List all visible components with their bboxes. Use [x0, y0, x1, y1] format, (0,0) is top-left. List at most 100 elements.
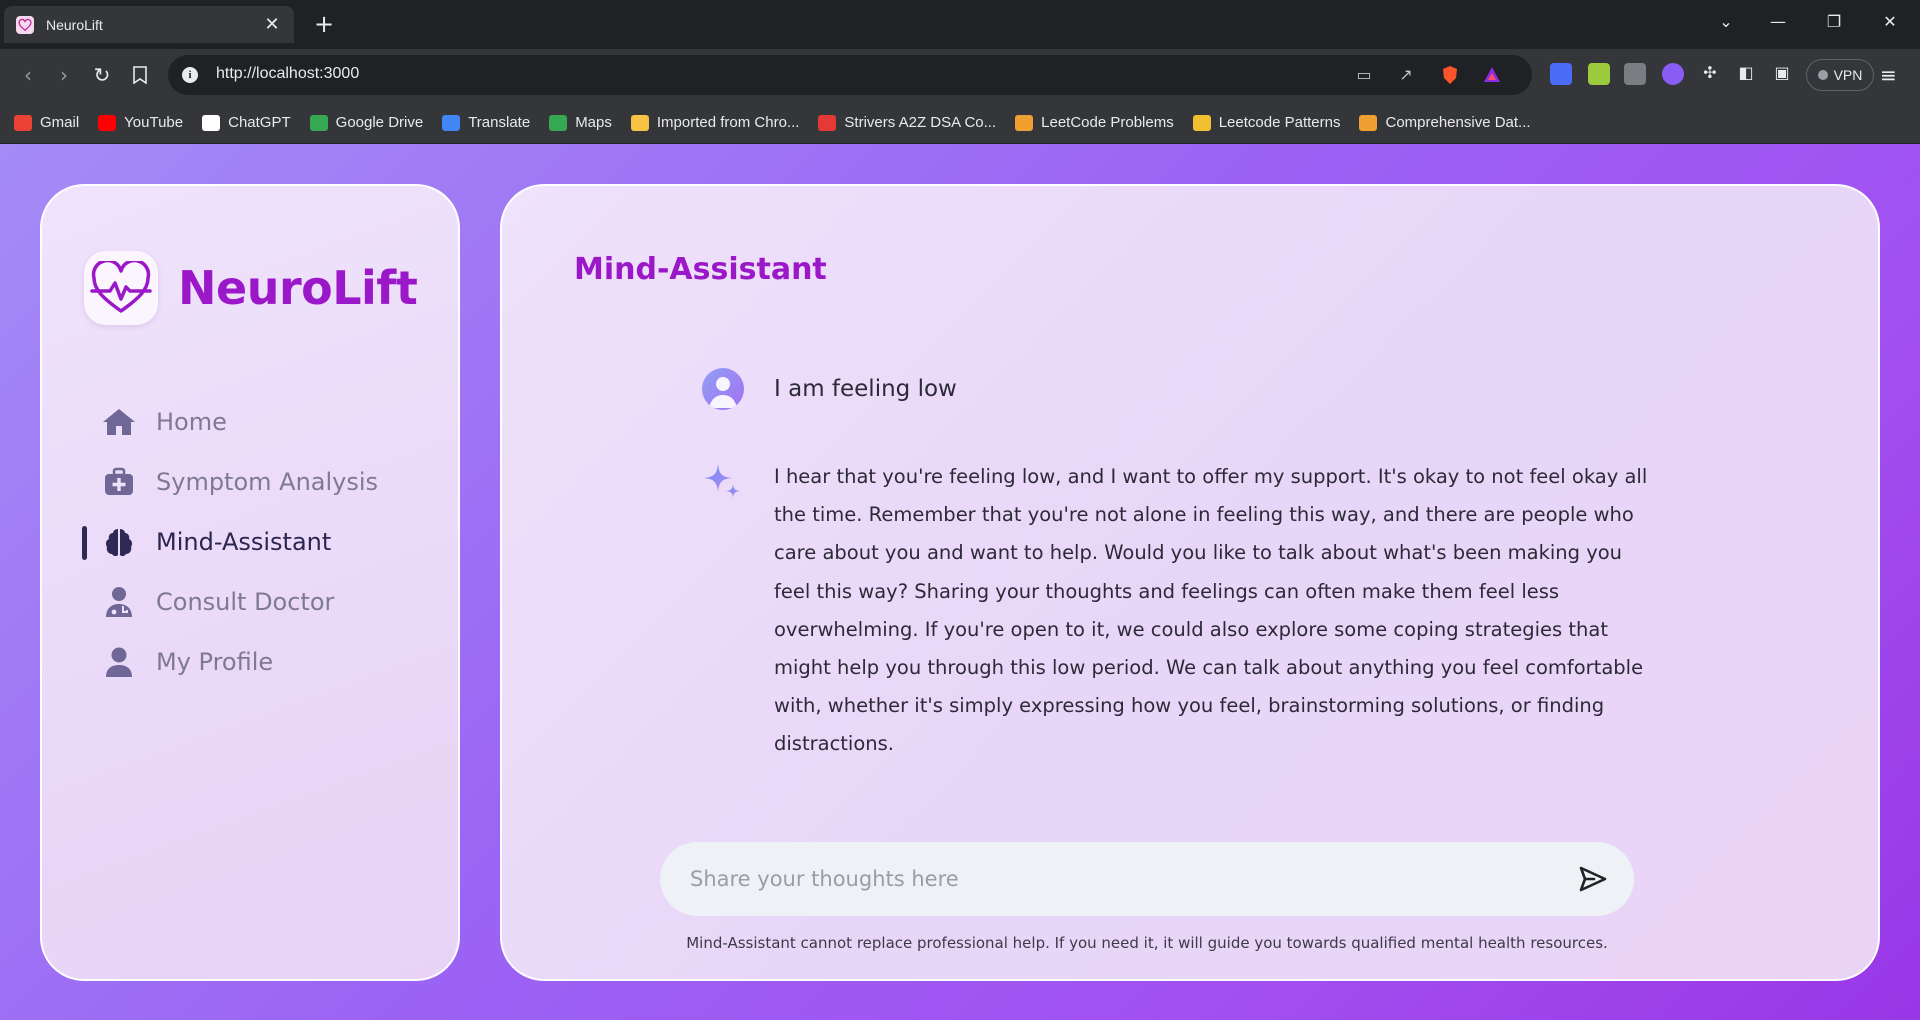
bookmarks-bar: Gmail YouTube ChatGPT Google Drive Translate…	[0, 102, 1920, 144]
sidebar-item-label: Mind-Assistant	[156, 528, 332, 556]
bookmark-favicon-icon	[1359, 114, 1378, 131]
bookmark-label: Google Drive	[335, 114, 424, 131]
message-input[interactable]	[690, 842, 1570, 916]
site-info-icon[interactable]: i	[182, 67, 198, 83]
sidebar-item-mind-assistant[interactable]: Mind-Assistant	[82, 512, 422, 572]
user-message: I am feeling low	[702, 368, 957, 410]
new-tab-icon[interactable]: +	[312, 10, 336, 38]
bookmark-item[interactable]: Comprehensive Dat...	[1359, 114, 1531, 131]
sidebar-toggle-icon[interactable]: ◧	[1736, 63, 1756, 83]
bookmark-favicon-icon	[98, 114, 117, 131]
chat-panel: Mind-Assistant I am feeling low I hear t…	[500, 184, 1880, 981]
bookmark-favicon-icon	[1192, 114, 1211, 131]
bookmark-item[interactable]: Google Drive	[309, 114, 424, 131]
tab-search-icon[interactable]: ⌄	[1714, 12, 1738, 31]
user-icon	[100, 645, 138, 679]
page-title: Mind-Assistant	[574, 252, 827, 287]
bookmark-label: YouTube	[124, 114, 184, 131]
bookmark-item[interactable]: Gmail	[14, 114, 79, 131]
sidebar-item-my-profile[interactable]: My Profile	[82, 632, 422, 692]
browser-tab-strip: NeuroLift ✕ + ⌄ — ❐ ✕	[0, 0, 1920, 49]
extension-icon[interactable]	[1550, 63, 1572, 85]
bookmark-favicon-icon	[1015, 114, 1034, 131]
user-message-text: I am feeling low	[774, 376, 957, 402]
browser-tab[interactable]: NeuroLift ✕	[4, 6, 294, 43]
bookmark-favicon-icon	[14, 114, 32, 131]
bookmark-label: Gmail	[40, 114, 80, 131]
bookmark-label: LeetCode Problems	[1041, 114, 1174, 131]
bookmark-item[interactable]: YouTube	[98, 114, 183, 131]
brain-icon	[100, 525, 138, 559]
wallet-icon[interactable]: ▣	[1772, 63, 1792, 83]
reload-icon[interactable]: ↻	[88, 61, 116, 89]
bookmark-label: Leetcode Patterns	[1218, 114, 1341, 131]
brave-shields-icon[interactable]	[1440, 65, 1460, 85]
vpn-label: VPN	[1833, 67, 1863, 83]
bookmark-label: ChatGPT	[228, 114, 291, 131]
doctor-icon	[100, 585, 138, 619]
sidebar-item-label: Consult Doctor	[156, 588, 335, 616]
close-tab-icon[interactable]: ✕	[262, 14, 282, 35]
message-composer	[660, 842, 1634, 916]
send-icon[interactable]	[1578, 865, 1608, 893]
bookmark-favicon-icon	[202, 114, 221, 131]
vpn-status-icon	[1817, 70, 1828, 80]
sidebar: NeuroLift Home Symptom Analysis Mind-Ass…	[40, 184, 460, 981]
url-text[interactable]: http://localhost:3000	[216, 65, 359, 83]
brave-rewards-icon[interactable]	[1482, 65, 1502, 85]
assistant-message-text: I hear that you're feeling low, and I wa…	[774, 465, 1648, 756]
bookmark-favicon-icon	[818, 114, 837, 131]
bookmark-favicon-icon	[549, 114, 568, 131]
sidebar-item-home[interactable]: Home	[82, 392, 422, 452]
assistant-message: I hear that you're feeling low, and I wa…	[702, 458, 1662, 764]
share-icon[interactable]: ↗	[1396, 65, 1416, 85]
heart-pulse-logo-icon	[84, 251, 158, 325]
bookmark-item[interactable]: Translate	[442, 114, 530, 131]
bookmark-icon[interactable]	[126, 61, 154, 89]
forward-icon[interactable]: ›	[50, 61, 78, 89]
sidebar-item-label: Symptom Analysis	[156, 468, 379, 496]
active-indicator	[82, 526, 87, 560]
minimize-icon[interactable]: —	[1766, 12, 1790, 31]
heart-pulse-favicon-icon	[16, 15, 34, 34]
puzzle-icon[interactable]: ✣	[1700, 63, 1720, 83]
sidebar-item-label: My Profile	[156, 648, 274, 676]
home-icon	[100, 405, 138, 439]
bookmark-favicon-icon	[442, 114, 461, 131]
menu-icon[interactable]: ≡	[1880, 63, 1897, 87]
brand[interactable]: NeuroLift	[84, 251, 418, 325]
sidebar-item-consult-doctor[interactable]: Consult Doctor	[82, 572, 422, 632]
window-close-icon[interactable]: ✕	[1878, 12, 1902, 31]
bookmark-item[interactable]: Maps	[549, 114, 612, 131]
disclaimer-text: Mind-Assistant cannot replace profession…	[686, 934, 1608, 952]
extension-icon[interactable]	[1624, 63, 1646, 85]
brand-name: NeuroLift	[178, 261, 418, 315]
address-bar[interactable]: i http://localhost:3000 ▭ ↗	[168, 55, 1532, 95]
medkit-icon	[100, 465, 138, 499]
browser-toolbar: ‹ › ↻ i http://localhost:3000 ▭ ↗ ✣ ◧ ▣ …	[0, 49, 1920, 102]
bookmark-label: Imported from Chro...	[656, 114, 800, 131]
bookmark-favicon-icon	[630, 114, 649, 131]
user-avatar-icon	[702, 368, 744, 410]
back-icon[interactable]: ‹	[14, 61, 42, 89]
bookmark-item[interactable]: Strivers A2Z DSA Co...	[818, 114, 996, 131]
cast-icon[interactable]: ▭	[1354, 65, 1374, 85]
bookmark-favicon-icon	[309, 114, 328, 131]
bookmark-label: Comprehensive Dat...	[1385, 114, 1531, 131]
extension-icon[interactable]	[1588, 63, 1610, 85]
sidebar-nav: Home Symptom Analysis Mind-Assistant Con…	[82, 392, 422, 692]
bookmark-label: Maps	[575, 114, 612, 131]
vpn-button[interactable]: VPN	[1806, 59, 1874, 91]
bookmark-item[interactable]: ChatGPT	[202, 114, 291, 131]
restore-icon[interactable]: ❐	[1822, 12, 1846, 31]
extension-icon[interactable]	[1662, 63, 1684, 85]
bookmark-item[interactable]: LeetCode Problems	[1015, 114, 1174, 131]
bookmark-label: Strivers A2Z DSA Co...	[844, 114, 997, 131]
sidebar-item-symptom-analysis[interactable]: Symptom Analysis	[82, 452, 422, 512]
app-viewport: NeuroLift Home Symptom Analysis Mind-Ass…	[0, 144, 1920, 1020]
bookmark-label: Translate	[468, 114, 531, 131]
tab-title: NeuroLift	[46, 16, 103, 33]
sparkle-icon	[702, 460, 744, 502]
bookmark-item[interactable]: Imported from Chro...	[630, 114, 800, 131]
bookmark-item[interactable]: Leetcode Patterns	[1192, 114, 1341, 131]
